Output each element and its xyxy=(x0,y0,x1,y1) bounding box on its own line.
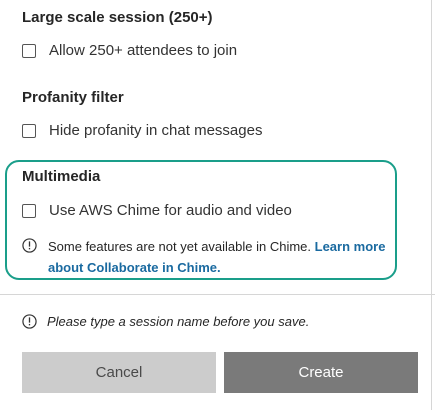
allow-250-label[interactable]: Allow 250+ attendees to join xyxy=(49,41,237,61)
hide-profanity-label[interactable]: Hide profanity in chat messages xyxy=(49,121,262,141)
multimedia-section: Multimedia Use AWS Chime for audio and v… xyxy=(22,167,388,278)
allow-250-checkbox[interactable] xyxy=(22,44,36,58)
chime-info-message: Some features are not yet available in C… xyxy=(48,239,315,254)
chime-info-row: Some features are not yet available in C… xyxy=(22,236,388,278)
profanity-section: Profanity filter Hide profanity in chat … xyxy=(22,88,262,141)
info-circle-icon xyxy=(22,238,37,253)
cancel-button[interactable]: Cancel xyxy=(22,352,216,393)
aws-chime-checkbox[interactable] xyxy=(22,204,36,218)
aws-chime-checkbox-row[interactable]: Use AWS Chime for audio and video xyxy=(22,201,388,221)
hide-profanity-checkbox[interactable] xyxy=(22,124,36,138)
aws-chime-label[interactable]: Use AWS Chime for audio and video xyxy=(49,201,292,221)
save-warning-text: Please type a session name before you sa… xyxy=(47,314,310,329)
chime-info-text: Some features are not yet available in C… xyxy=(48,236,388,278)
hide-profanity-checkbox-row[interactable]: Hide profanity in chat messages xyxy=(22,121,262,141)
profanity-title: Profanity filter xyxy=(22,89,124,106)
multimedia-title: Multimedia xyxy=(22,168,101,185)
create-button[interactable]: Create xyxy=(224,352,418,393)
footer-divider xyxy=(0,294,435,295)
info-circle-icon xyxy=(22,314,37,329)
panel-edge xyxy=(431,0,432,410)
large-scale-section: Large scale session (250+) Allow 250+ at… xyxy=(22,8,237,61)
large-scale-title: Large scale session (250+) xyxy=(22,9,213,26)
save-warning-row: Please type a session name before you sa… xyxy=(22,314,309,329)
allow-250-checkbox-row[interactable]: Allow 250+ attendees to join xyxy=(22,41,237,61)
